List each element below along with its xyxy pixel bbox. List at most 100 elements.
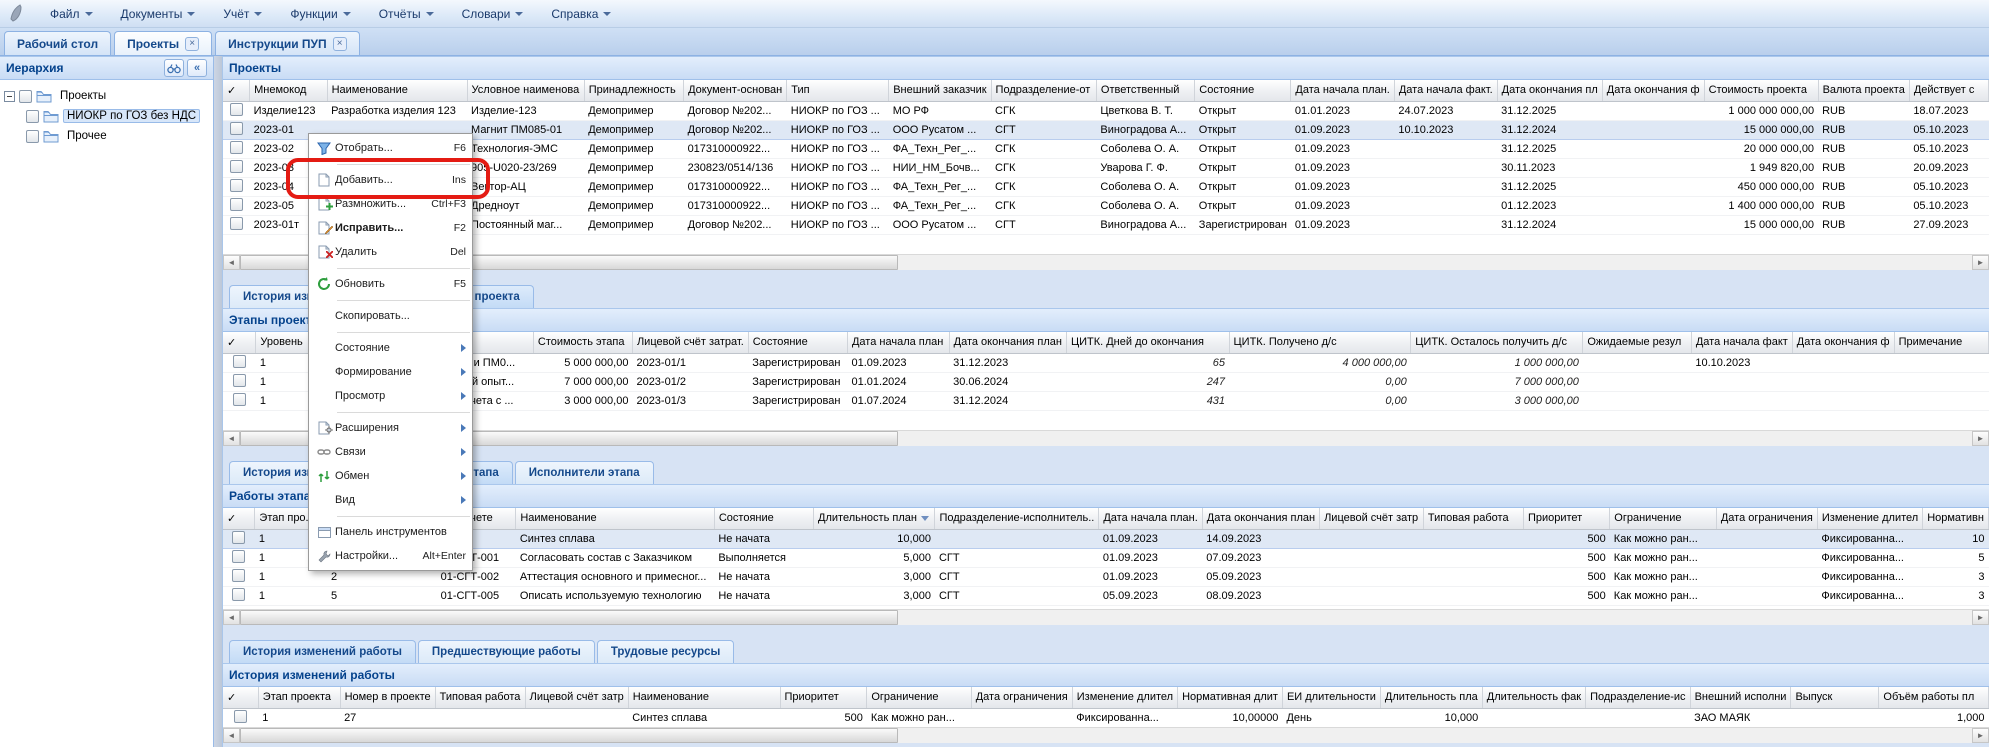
tab-1[interactable]: Рабочий стол xyxy=(4,31,111,55)
menu-item-4[interactable]: Исправить...F2 xyxy=(309,216,472,240)
history-column-header-2[interactable]: Номер в проекте xyxy=(340,687,435,708)
menubar-item-3[interactable]: Учёт xyxy=(211,3,274,25)
tree-node-1[interactable]: Проекты xyxy=(4,86,209,106)
table-row[interactable]: 1...еденной опыт...7 000 000,002023-01/2… xyxy=(223,372,1989,391)
menu-item-11[interactable]: Расширения xyxy=(309,416,472,440)
table-row[interactable]: 1...й партии ПМ0...5 000 000,002023-01/1… xyxy=(223,353,1989,372)
history-column-header-5[interactable]: Наименование xyxy=(628,687,780,708)
tree-checkbox[interactable] xyxy=(26,110,39,123)
works-column-header-12[interactable]: Приоритет xyxy=(1523,508,1609,529)
tree-expander-icon[interactable] xyxy=(4,91,15,102)
menu-item-5[interactable]: УдалитьDel xyxy=(309,240,472,264)
menu-item-12[interactable]: Связи xyxy=(309,440,472,464)
scroll-right-icon[interactable]: ► xyxy=(1972,255,1989,270)
tab-3[interactable]: Инструкции ПУП× xyxy=(215,31,359,55)
row-checkbox[interactable] xyxy=(232,588,245,601)
menu-item-13[interactable]: Обмен xyxy=(309,464,472,488)
projects-column-header-12[interactable]: Дата начала факт. xyxy=(1394,80,1497,101)
scroll-left-icon[interactable]: ◄ xyxy=(223,431,240,446)
table-row[interactable]: 2023-01тПостоянный маг...ДемопримерДогов… xyxy=(223,215,1989,234)
projects-column-header-13[interactable]: Дата окончания пл xyxy=(1497,80,1602,101)
row-checkbox[interactable] xyxy=(232,550,245,563)
menubar-item-7[interactable]: Справка xyxy=(539,3,623,25)
history-column-header-6[interactable]: Приоритет xyxy=(780,687,867,708)
works-column-header-10[interactable]: Лицевой счёт затр xyxy=(1320,508,1424,529)
works-hscrollbar[interactable]: ◄ ► xyxy=(223,609,1989,625)
history-tab-1[interactable]: История изменений работы xyxy=(229,640,416,663)
history-tab-3[interactable]: Трудовые ресурсы xyxy=(597,640,735,663)
table-row[interactable]: 1201-СГТ-001Согласовать состав с Заказчи… xyxy=(223,548,1989,567)
tab-close-icon[interactable]: × xyxy=(333,37,347,51)
row-checkbox[interactable] xyxy=(232,569,245,582)
stages-column-header-14[interactable]: Дата окончания ф xyxy=(1792,332,1894,353)
stages-column-header-6[interactable]: Состояние xyxy=(748,332,847,353)
menu-item-16[interactable]: Настройки...Alt+Enter xyxy=(309,544,472,568)
table-row[interactable]: 1501-СГТ-005Описать используемую техноло… xyxy=(223,586,1989,605)
history-column-header-14[interactable]: Подразделение-ис xyxy=(1586,687,1690,708)
history-hscrollbar[interactable]: ◄ ► xyxy=(223,727,1989,743)
row-checkbox[interactable] xyxy=(230,217,243,230)
row-checkbox[interactable] xyxy=(233,393,246,406)
works-column-header-9[interactable]: Дата окончания план xyxy=(1202,508,1319,529)
row-checkbox[interactable] xyxy=(230,198,243,211)
history-column-header-15[interactable]: Внешний исполни xyxy=(1690,687,1791,708)
stages-column-header-10[interactable]: ЦИТК. Получено д/с xyxy=(1229,332,1411,353)
menu-item-14[interactable]: Вид xyxy=(309,488,472,512)
menubar-item-6[interactable]: Словари xyxy=(450,3,536,25)
search-tree-button[interactable] xyxy=(164,59,184,77)
stages-hscrollbar[interactable]: ◄ ► xyxy=(223,430,1989,446)
projects-column-header-8[interactable]: Подразделение-от xyxy=(991,80,1096,101)
collapse-sidebar-button[interactable]: « xyxy=(187,59,207,77)
row-checkbox[interactable] xyxy=(230,122,243,135)
scrollbar-thumb[interactable] xyxy=(240,610,898,625)
works-column-header-15[interactable]: Изменение длител xyxy=(1817,508,1922,529)
scroll-right-icon[interactable]: ► xyxy=(1972,728,1989,743)
menu-item-15[interactable]: Панель инструментов xyxy=(309,520,472,544)
projects-column-header-11[interactable]: Дата начала план. xyxy=(1291,80,1394,101)
works-column-header-6[interactable]: Длительность план xyxy=(814,508,935,529)
table-row[interactable]: 2023-01Магнит ПМ085-01ДемопримерДоговор … xyxy=(223,120,1989,139)
works-column-header-8[interactable]: Дата начала план. xyxy=(1099,508,1202,529)
history-column-header-1[interactable]: Этап проекта xyxy=(258,687,340,708)
projects-column-header-7[interactable]: Внешний заказчик xyxy=(889,80,991,101)
history-column-header-4[interactable]: Лицевой счёт затр xyxy=(525,687,628,708)
works-column-header-13[interactable]: Ограничение xyxy=(1610,508,1717,529)
stages-column-header-5[interactable]: Лицевой счёт затрат. xyxy=(632,332,748,353)
works-column-header-5[interactable]: Состояние xyxy=(714,508,813,529)
tree-node-2[interactable]: НИОКР по ГОЗ без НДС xyxy=(4,106,209,126)
projects-column-header-5[interactable]: Документ-основан xyxy=(684,80,787,101)
menu-item-3[interactable]: Размножить...Ctrl+F3 xyxy=(309,192,472,216)
row-checkbox[interactable] xyxy=(234,710,247,723)
menu-item-7[interactable]: Скопировать... xyxy=(309,304,472,328)
table-row[interactable]: 2023-04Вектор-АЦДемопример017310000922..… xyxy=(223,177,1989,196)
projects-column-header-1[interactable]: Мнемокод xyxy=(250,80,327,101)
stages-column-header-11[interactable]: ЦИТК. Осталось получить д/с xyxy=(1411,332,1583,353)
history-select-all-header[interactable]: ✓ xyxy=(223,687,258,708)
menubar-item-1[interactable]: Файл xyxy=(38,3,105,25)
row-checkbox[interactable] xyxy=(232,531,245,544)
history-column-header-12[interactable]: Длительность пла xyxy=(1380,687,1482,708)
stages-select-all-header[interactable]: ✓ xyxy=(223,332,256,353)
menubar-item-4[interactable]: Функции xyxy=(278,3,362,25)
projects-column-header-14[interactable]: Дата окончания ф xyxy=(1602,80,1704,101)
table-row[interactable]: Изделие123Разработка изделия 123Изделие-… xyxy=(223,101,1989,120)
scroll-right-icon[interactable]: ► xyxy=(1972,610,1989,625)
menu-item-2[interactable]: Добавить...Ins xyxy=(309,168,472,192)
row-checkbox[interactable] xyxy=(230,103,243,116)
history-column-header-10[interactable]: Нормативная длит xyxy=(1178,687,1283,708)
row-checkbox[interactable] xyxy=(233,374,246,387)
menu-item-8[interactable]: Состояние xyxy=(309,336,472,360)
works-column-header-16[interactable]: Нормативн xyxy=(1923,508,1989,529)
history-column-header-13[interactable]: Длительность фак xyxy=(1482,687,1585,708)
history-column-header-3[interactable]: Типовая работа xyxy=(435,687,525,708)
works-column-header-7[interactable]: Подразделение-исполнитель.. xyxy=(935,508,1099,529)
works-column-header-14[interactable]: Дата ограничения xyxy=(1716,508,1817,529)
history-column-header-11[interactable]: ЕИ длительности xyxy=(1282,687,1380,708)
menu-item-9[interactable]: Формирование xyxy=(309,360,472,384)
works-tab-3[interactable]: Исполнители этапа xyxy=(515,461,654,484)
history-column-header-17[interactable]: Объём работы пл xyxy=(1879,687,1989,708)
table-row[interactable]: 1201-СГТ-002Аттестация основного и приме… xyxy=(223,567,1989,586)
stages-column-header-9[interactable]: ЦИТК. Дней до окончания xyxy=(1066,332,1229,353)
table-row[interactable]: 2023-05ДредноутДемопример017310000922...… xyxy=(223,196,1989,215)
stages-column-header-8[interactable]: Дата окончания план xyxy=(949,332,1066,353)
